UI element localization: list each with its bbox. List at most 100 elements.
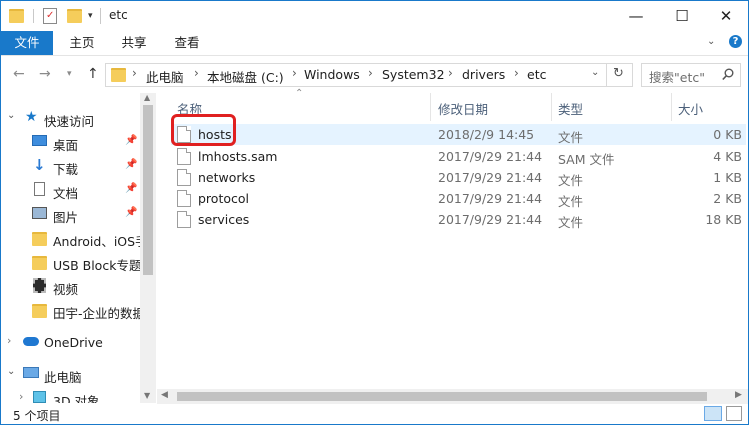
minimize-button[interactable]: — [613,1,659,31]
new-folder-icon[interactable] [67,9,82,23]
tab-home[interactable]: 主页 [61,31,103,55]
breadcrumb-drivers[interactable]: drivers [462,67,505,82]
scroll-up-icon[interactable]: ▲ [144,93,150,102]
forward-icon[interactable]: → [39,66,51,82]
refresh-icon[interactable]: ↻ [613,66,624,81]
chevron-right-icon[interactable]: › [194,66,199,80]
chevron-right-icon[interactable]: › [368,66,373,80]
file-icon [177,211,191,228]
file-row-networks[interactable]: networks 2017/9/29 21:44 文件 1 KB [171,167,746,188]
file-name: protocol [198,191,249,206]
chevron-right-icon[interactable]: › [292,66,297,80]
item-count: 5 个项目 [13,409,61,423]
file-type: 文件 [558,215,584,230]
nav-this-pc[interactable]: ⌄ 此电脑 [1,363,141,385]
status-bar: 5 个项目 [1,404,748,424]
file-name: lmhosts.sam [198,149,278,164]
tab-view[interactable]: 查看 [166,31,208,55]
chevron-right-icon[interactable]: › [7,334,11,347]
scrollbar-thumb[interactable] [143,105,153,275]
divider [606,64,607,86]
file-size: 2 KB [713,191,742,206]
nav-item-pictures[interactable]: 图片 📌 [1,203,141,225]
scroll-right-icon[interactable]: ▶ [735,390,742,400]
nav-label: 此电脑 [44,370,82,385]
nav-label: OneDrive [44,335,103,350]
chevron-down-icon[interactable]: ⌄ [591,67,599,78]
nav-label: 文档 [53,186,79,201]
details-view-icon[interactable] [704,406,722,421]
horizontal-scrollbar[interactable]: ◀ ▶ [157,389,748,404]
properties-icon[interactable]: ✓ [43,8,57,24]
back-icon[interactable]: ← [13,66,25,82]
nav-scrollbar[interactable]: ▲ ▼ [140,93,156,403]
divider [671,93,672,121]
scroll-left-icon[interactable]: ◀ [161,390,168,400]
computer-icon [23,367,39,378]
nav-label: 快速访问 [44,114,95,129]
divider [551,93,552,121]
nav-label: 图片 [53,210,79,225]
nav-item-usb-block[interactable]: USB Block专题 [1,251,141,273]
file-type: 文件 [558,130,584,145]
breadcrumb-etc[interactable]: etc [527,67,546,82]
nav-label: USB Block专题 [53,258,141,273]
scroll-down-icon[interactable]: ▼ [144,391,150,400]
maximize-button[interactable]: ☐ [659,1,705,31]
chevron-right-icon[interactable]: › [132,66,137,80]
breadcrumb-windows[interactable]: Windows [304,67,360,82]
breadcrumb-this-pc[interactable]: 此电脑 [146,67,184,86]
video-icon [33,278,46,293]
pin-icon: 📌 [125,207,138,218]
breadcrumb-system32[interactable]: System32 [382,67,445,82]
document-icon [34,182,45,196]
file-row-protocol[interactable]: protocol 2017/9/29 21:44 文件 2 KB [171,188,746,209]
file-name: networks [198,170,256,185]
column-header-type[interactable]: 类型 [558,99,583,127]
file-icon [177,148,191,165]
nav-item-android-ios[interactable]: Android、iOS手 [1,227,141,249]
divider [430,93,431,121]
search-icon [722,68,734,81]
folder-icon [32,256,47,270]
cube-icon [33,391,46,403]
help-icon[interactable]: ? [729,35,742,48]
tab-share[interactable]: 共享 [113,31,155,55]
nav-item-videos[interactable]: 视频 [1,275,141,297]
nav-quick-access[interactable]: ⌄ ★ 快速访问 [1,107,141,129]
file-modified: 2017/9/29 21:44 [438,212,543,227]
chevron-right-icon[interactable]: › [19,390,23,403]
file-icon [177,169,191,186]
nav-item-downloads[interactable]: ↓ 下载 📌 [1,155,141,177]
file-row-hosts[interactable]: hosts 2018/2/9 14:45 文件 0 KB [171,124,746,145]
column-header-size[interactable]: 大小 [678,99,703,127]
divider [100,8,101,24]
large-icons-view-icon[interactable] [726,406,742,421]
nav-label: 视频 [53,282,79,297]
column-header-modified[interactable]: 修改日期 [438,99,488,127]
close-button[interactable]: ✕ [703,1,748,31]
search-box[interactable]: 搜索"etc" [641,63,741,87]
chevron-right-icon[interactable]: › [448,66,453,80]
nav-item-desktop[interactable]: 桌面 📌 [1,131,141,153]
recent-locations-icon[interactable]: ▾ [67,69,72,79]
explorer-window: ✓ ▾ etc — ☐ ✕ 文件 主页 共享 查看 ⌄ ? ← → ▾ ↑ › … [0,0,749,425]
chevron-right-icon[interactable]: › [514,66,519,80]
customize-toolbar-icon[interactable]: ▾ [88,11,93,21]
up-icon[interactable]: ↑ [87,66,99,82]
nav-3d-objects[interactable]: › 3D 对象 [1,387,141,403]
chevron-down-icon[interactable]: ⌄ [7,110,15,121]
nav-onedrive[interactable]: › OneDrive [1,331,141,353]
nav-item-documents[interactable]: 文档 📌 [1,179,141,201]
file-row-lmhosts[interactable]: lmhosts.sam 2017/9/29 21:44 SAM 文件 4 KB [171,146,746,167]
breadcrumb-local-disk[interactable]: 本地磁盘 (C:) [207,67,284,86]
address-bar[interactable]: › 此电脑 › 本地磁盘 (C:) › Windows › System32 ›… [105,63,633,87]
file-modified: 2017/9/29 21:44 [438,149,543,164]
expand-ribbon-icon[interactable]: ⌄ [707,36,715,47]
download-icon: ↓ [33,156,46,174]
nav-item-tianyu[interactable]: 田宇-企业的数据 [1,299,141,321]
tab-file[interactable]: 文件 [1,31,53,55]
chevron-down-icon[interactable]: ⌄ [7,366,15,377]
file-row-services[interactable]: services 2017/9/29 21:44 文件 18 KB [171,209,746,230]
scrollbar-thumb[interactable] [177,392,707,401]
